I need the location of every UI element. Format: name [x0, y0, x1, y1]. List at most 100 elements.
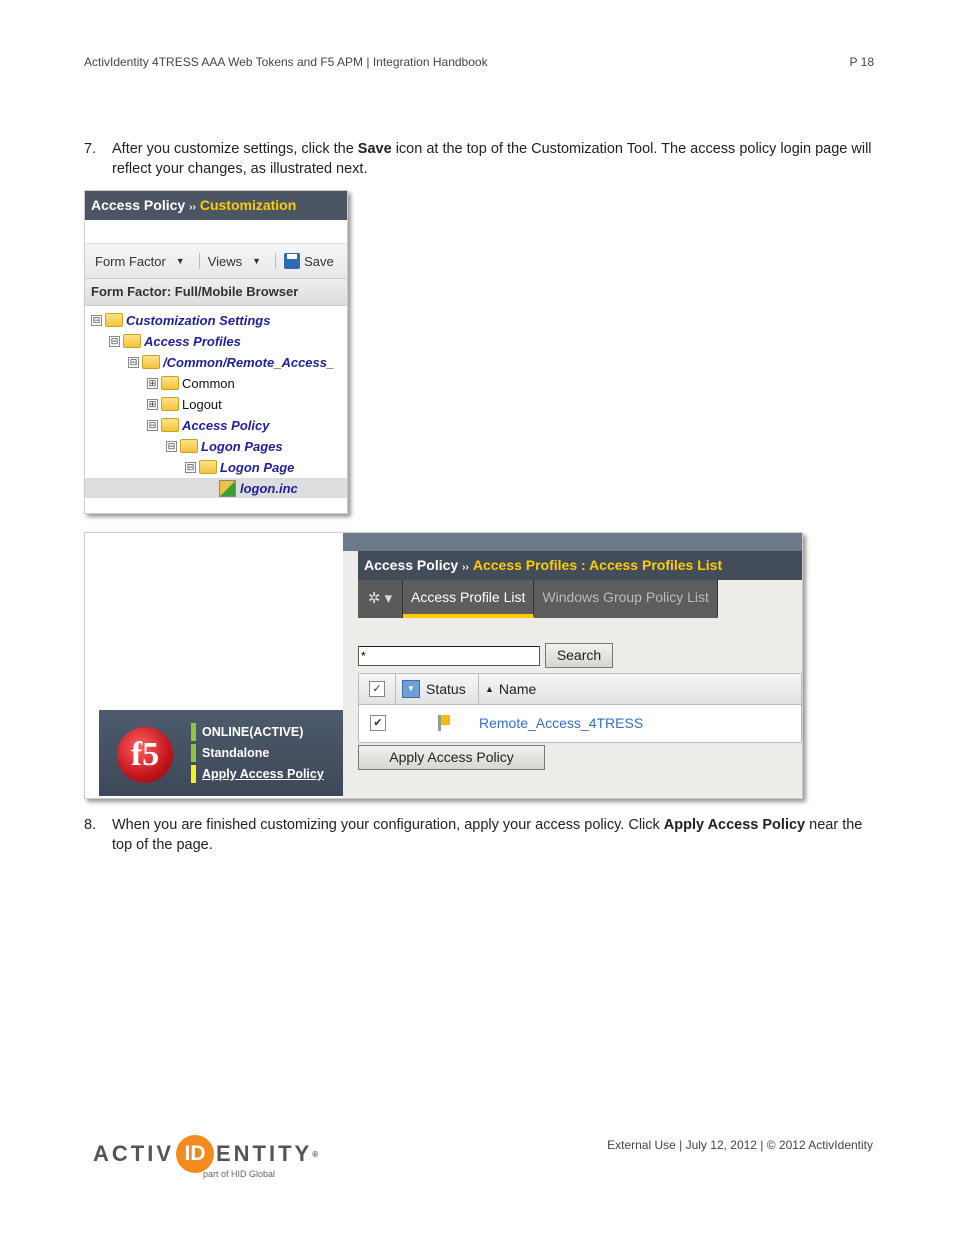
actividentity-logo: ACTIV ID ENTITY ® part of HID Global	[93, 1135, 321, 1179]
tree-node[interactable]: ⊟ Access Profiles	[109, 331, 241, 351]
step-text: When you are finished customizing your c…	[112, 817, 664, 833]
expand-icon[interactable]: ⊞	[147, 398, 158, 410]
step-bold: Apply Access Policy	[663, 817, 806, 833]
tree-node-label: Access Policy	[182, 417, 270, 433]
collapse-icon[interactable]: ⊟	[91, 314, 102, 326]
tree-node-label: Logout	[182, 396, 222, 412]
status-indicator	[191, 765, 196, 783]
tree-node-label: /Common/Remote_Access_	[163, 354, 335, 370]
select-all-checkbox[interactable]: ✓	[369, 681, 385, 697]
main-content: Access Policy ›› Access Profiles : Access …	[343, 533, 802, 798]
status-label: Standalone	[202, 746, 270, 760]
column-label: Status	[426, 681, 466, 697]
customization-tool-screenshot: Access Policy ›› Customization Form Factor…	[84, 190, 348, 514]
breadcrumb-root[interactable]: Access Policy	[364, 557, 458, 573]
row-checkbox[interactable]: ✔	[370, 715, 386, 731]
status-indicator	[191, 744, 196, 762]
filter-dropdown-icon[interactable]: ▼	[402, 680, 420, 698]
collapse-icon[interactable]: ⊟	[166, 440, 177, 452]
search-button[interactable]: Search	[545, 643, 613, 668]
profile-name-link[interactable]: Remote_Access_4TRESS	[479, 715, 643, 731]
step-text: After you customize settings, click the	[112, 141, 358, 157]
folder-icon	[199, 460, 217, 474]
registered-mark: ®	[312, 1149, 322, 1159]
tree-node[interactable]: ⊟ Logon Page	[185, 457, 294, 477]
tree-node-label: logon.inc	[240, 480, 298, 496]
tree-node[interactable]: ⊞ Logout	[147, 394, 222, 414]
collapse-icon[interactable]: ⊟	[109, 335, 120, 347]
status-online: ONLINE(ACTIVE)	[191, 723, 303, 741]
step-8: 8. When you are finished customizing you…	[84, 815, 874, 855]
gear-menu-icon[interactable]: ✲ ▾	[358, 580, 403, 618]
folder-icon	[161, 376, 179, 390]
profiles-table: ✓ ▼ Status ▲ Name ✔ Remote_Access_4TRESS	[358, 673, 802, 743]
tab-access-profile-list[interactable]: Access Profile List	[403, 580, 535, 618]
breadcrumb-current: Access Profiles : Access Profiles List	[472, 557, 723, 573]
step-number: 8.	[84, 817, 97, 833]
link-label[interactable]: Apply Access Policy	[202, 767, 324, 781]
sort-ascending-icon: ▲	[485, 684, 494, 694]
folder-icon	[123, 334, 141, 348]
step-bold: Save	[357, 141, 392, 157]
file-edit-icon	[219, 479, 236, 497]
column-label: Name	[498, 681, 537, 697]
collapse-icon[interactable]: ⊟	[128, 356, 139, 368]
expand-icon[interactable]: ⊞	[147, 377, 158, 389]
save-label: Save	[304, 253, 334, 269]
breadcrumb: Access Policy ›› Customization	[85, 191, 347, 220]
tab-bar: ✲ ▾ Access Profile List Windows Group Po…	[358, 580, 718, 618]
tree-node[interactable]: ⊟ /Common/Remote_Access_	[128, 352, 334, 372]
column-name[interactable]: ▲ Name	[479, 674, 536, 704]
collapse-icon[interactable]: ⊟	[185, 461, 196, 473]
tree-node[interactable]: ⊟ Logon Pages	[166, 436, 283, 456]
access-profiles-screenshot: f5 ONLINE(ACTIVE) Standalone Apply Acces…	[84, 532, 803, 799]
form-factor-menu[interactable]: Form Factor ▼	[93, 254, 193, 269]
collapse-icon[interactable]: ⊟	[147, 419, 158, 431]
form-factor-heading: Form Factor: Full/Mobile Browser	[85, 279, 347, 306]
save-icon	[284, 253, 301, 269]
divider	[275, 253, 277, 269]
folder-icon	[105, 313, 123, 327]
apply-access-policy-button[interactable]: Apply Access Policy	[358, 745, 545, 770]
footer-text: External Use | July 12, 2012 | © 2012 Ac…	[607, 1138, 873, 1152]
folder-icon	[161, 418, 179, 432]
breadcrumb: Access Policy ›› Access Profiles : Access …	[358, 551, 802, 580]
caret-down-icon: ▼	[175, 256, 185, 266]
views-label: Views	[207, 253, 243, 269]
f5-logo: f5	[117, 727, 173, 783]
tree-node[interactable]: ⊟ Access Policy	[147, 415, 269, 435]
column-status[interactable]: ▼ Status	[396, 674, 479, 704]
tree-node-label: Logon Pages	[201, 438, 283, 454]
device-status-panel: f5 ONLINE(ACTIVE) Standalone Apply Acces…	[99, 710, 345, 796]
folder-icon	[142, 355, 160, 369]
status-label: ONLINE(ACTIVE)	[202, 725, 304, 739]
logo-text: ACTIV	[93, 1141, 174, 1166]
document-page: ActivIdentity 4TRESS AAA Web Tokens and …	[0, 0, 954, 1235]
folder-icon	[161, 397, 179, 411]
form-factor-label: Form Factor	[95, 253, 166, 269]
tab-windows-group-policy-list[interactable]: Windows Group Policy List	[534, 580, 718, 618]
breadcrumb-current: Customization	[199, 197, 297, 213]
breadcrumb-root[interactable]: Access Policy	[91, 197, 185, 213]
breadcrumb-separator: ››	[462, 562, 469, 573]
table-row: ✔ Remote_Access_4TRESS	[359, 705, 801, 741]
toolbar: Form Factor ▼ Views ▼ Save	[85, 244, 347, 279]
status-indicator	[191, 723, 196, 741]
tree-node[interactable]: ⊞ Common	[147, 373, 235, 393]
logo-subtitle: part of HID Global	[203, 1169, 276, 1179]
views-menu[interactable]: Views ▼	[206, 254, 269, 269]
tree-node-label: Logon Page	[220, 459, 295, 475]
logo-id-mark: ID	[176, 1135, 214, 1173]
save-button[interactable]: Save	[282, 253, 342, 269]
apply-access-policy-link[interactable]: Apply Access Policy	[191, 765, 324, 783]
tree-node-selected[interactable]: logon.inc	[85, 478, 347, 498]
tree-node[interactable]: ⊟ Customization Settings	[91, 310, 270, 330]
step-number: 7.	[84, 141, 97, 157]
breadcrumb-separator: ››	[189, 202, 196, 213]
page-number: P 18	[849, 55, 874, 69]
step-7: 7. After you customize settings, click t…	[84, 139, 874, 179]
tree-node-label: Common	[182, 375, 235, 391]
search-input[interactable]	[358, 646, 540, 666]
status-flag-icon	[438, 715, 450, 731]
caret-down-icon: ▼	[252, 256, 262, 266]
